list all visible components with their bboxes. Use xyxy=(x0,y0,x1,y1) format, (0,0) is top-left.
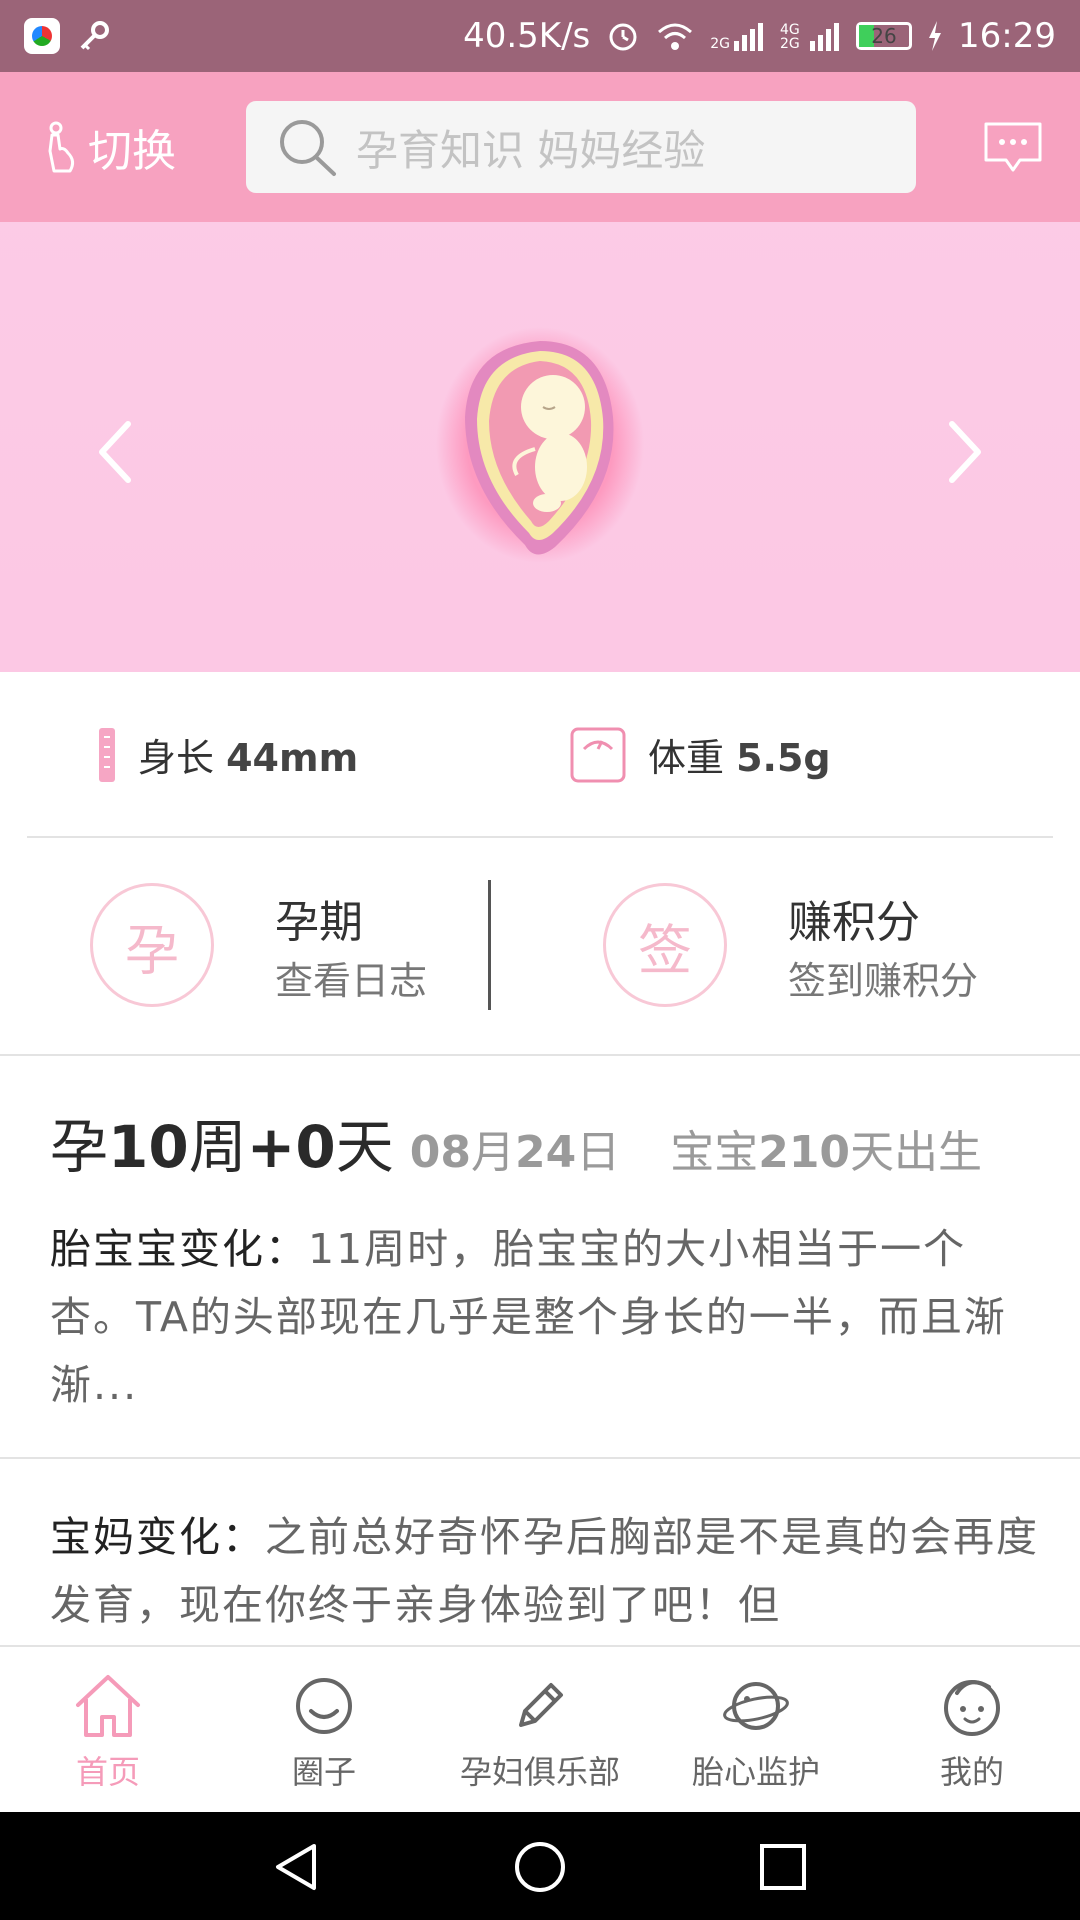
battery-level: 26 xyxy=(871,24,897,48)
search-input[interactable]: 孕育知识 妈妈经验 xyxy=(246,101,916,193)
nav-home-label: 首页 xyxy=(75,1753,140,1791)
prev-week-arrow-icon[interactable] xyxy=(90,412,140,492)
divider xyxy=(0,1457,1080,1459)
points-title: 赚积分 xyxy=(788,897,920,948)
switch-button[interactable]: 切换 xyxy=(42,115,202,179)
sign-in-badge-char: 签 xyxy=(638,918,692,982)
week-prefix: 孕 xyxy=(50,1113,109,1181)
measurements-row: 身长 44mm 体重 5.5g xyxy=(0,672,1080,837)
planet-icon xyxy=(723,1682,789,1730)
points-subtitle: 签到赚积分 xyxy=(788,959,979,1003)
next-week-arrow-icon[interactable] xyxy=(940,412,990,492)
baby-face-icon xyxy=(944,1680,1000,1736)
pregnant-woman-icon xyxy=(48,121,75,173)
home-button-icon[interactable] xyxy=(513,1840,567,1894)
system-nav-bar xyxy=(0,1812,1080,1920)
length-measure: 身长 44mm xyxy=(98,727,358,783)
nav-mine[interactable]: 我的 xyxy=(864,1647,1080,1812)
pregnancy-badge-icon: 孕 xyxy=(90,883,214,1007)
weight-measure: 体重 5.5g xyxy=(570,727,831,783)
sign-in-badge-icon: 签 xyxy=(603,883,727,1007)
nav-club-label: 孕妇俱乐部 xyxy=(459,1753,620,1791)
days-until-birth: 宝宝210天出生 xyxy=(670,1116,982,1180)
status-right: 40.5K/s 2G 4G 2G 26 16:29 xyxy=(463,16,1056,56)
top-header: 切换 孕育知识 妈妈经验 xyxy=(0,72,1080,222)
bottom-nav: 首页 圈子 孕妇俱乐部 胎心监护 我的 xyxy=(0,1645,1080,1812)
battery-icon: 26 xyxy=(856,22,913,50)
plus-days: +0 xyxy=(246,1113,336,1181)
month-unit: 月 xyxy=(470,1127,515,1178)
weight-text: 体重 5.5g xyxy=(648,727,831,782)
weight-label: 体重 xyxy=(648,736,725,780)
fetus-banner xyxy=(0,222,1080,672)
fetus-illustration xyxy=(436,327,644,563)
signal-4g-label: 4G 2G xyxy=(780,22,800,52)
pregnancy-title: 孕期 xyxy=(275,897,363,948)
nav-fetal-monitor-label: 胎心监护 xyxy=(691,1753,820,1791)
vertical-divider xyxy=(488,880,491,1010)
key-icon xyxy=(80,21,109,51)
pregnancy-subtitle: 查看日志 xyxy=(275,959,428,1003)
switch-label: 切换 xyxy=(88,126,176,177)
born-prefix: 宝宝 xyxy=(670,1127,759,1178)
nav-fetal-monitor[interactable]: 胎心监护 xyxy=(648,1647,864,1812)
pencil-icon xyxy=(519,1683,563,1727)
network-speed: 40.5K/s xyxy=(463,16,591,56)
wifi-icon xyxy=(658,23,693,50)
week-number: 10 xyxy=(108,1113,189,1181)
pregnancy-badge-char: 孕 xyxy=(125,918,179,982)
weight-value: 5.5g xyxy=(736,736,831,780)
current-date: 08月24日 xyxy=(410,1116,620,1180)
born-days: 210 xyxy=(758,1127,851,1178)
recent-apps-icon[interactable] xyxy=(756,1840,810,1894)
search-placeholder: 孕育知识 妈妈经验 xyxy=(356,125,706,175)
chat-bubble-icon xyxy=(984,122,1042,172)
message-button[interactable] xyxy=(982,120,1044,180)
search-icon xyxy=(280,120,336,176)
status-left xyxy=(24,18,112,54)
home-icon xyxy=(76,1675,140,1737)
back-icon[interactable] xyxy=(270,1840,324,1894)
nav-circle[interactable]: 圈子 xyxy=(216,1647,432,1812)
signal-4g-icon: 4G 2G xyxy=(780,21,840,51)
born-suffix: 天出生 xyxy=(850,1127,983,1178)
length-text: 身长 44mm xyxy=(138,727,358,782)
week-unit: 周 xyxy=(188,1113,247,1181)
ruler-icon xyxy=(99,727,115,782)
status-bar: 40.5K/s 2G 4G 2G 26 16:29 xyxy=(0,0,1080,72)
baby-change-article[interactable]: 胎宝宝变化：11周时，胎宝宝的大小相当于一个杏。TA的头部现在几乎是整个身长的一… xyxy=(50,1215,1040,1419)
length-value: 44mm xyxy=(226,736,359,780)
signal-2g-label: 2G xyxy=(710,36,731,52)
nav-circle-label: 圈子 xyxy=(291,1753,356,1791)
date-month: 08 xyxy=(409,1127,471,1178)
day-unit: 天 xyxy=(335,1113,394,1181)
nav-club[interactable]: 孕妇俱乐部 xyxy=(432,1647,648,1812)
length-label: 身长 xyxy=(138,736,215,780)
charging-icon xyxy=(929,21,942,51)
signal-2g-icon: 2G xyxy=(710,21,764,51)
app-notification-icon xyxy=(24,18,60,54)
mom-change-article[interactable]: 宝妈变化：之前总好奇怀孕后胸部是不是真的会再度发育，现在你终于亲身体验到了吧！但 xyxy=(50,1503,1040,1643)
alarm-icon xyxy=(609,23,637,51)
date-day: 24 xyxy=(514,1127,577,1178)
mom-change-label: 宝妈变化： xyxy=(50,1513,265,1561)
scale-icon xyxy=(570,727,626,782)
nav-home[interactable]: 首页 xyxy=(0,1647,216,1812)
nav-mine-label: 我的 xyxy=(939,1753,1004,1791)
divider xyxy=(0,1054,1080,1056)
clock: 16:29 xyxy=(958,16,1056,56)
pregnancy-week: 孕10周+0天 xyxy=(50,1100,394,1184)
actions-row: 孕 孕期 查看日志 签 赚积分 签到赚积分 xyxy=(0,838,1080,1054)
day-suffix: 日 xyxy=(576,1127,621,1178)
circle-chat-icon xyxy=(296,1678,352,1734)
pregnancy-week-line: 孕10周+0天 08月24日 宝宝210天出生 xyxy=(50,1100,982,1184)
baby-change-label: 胎宝宝变化： xyxy=(50,1225,308,1273)
